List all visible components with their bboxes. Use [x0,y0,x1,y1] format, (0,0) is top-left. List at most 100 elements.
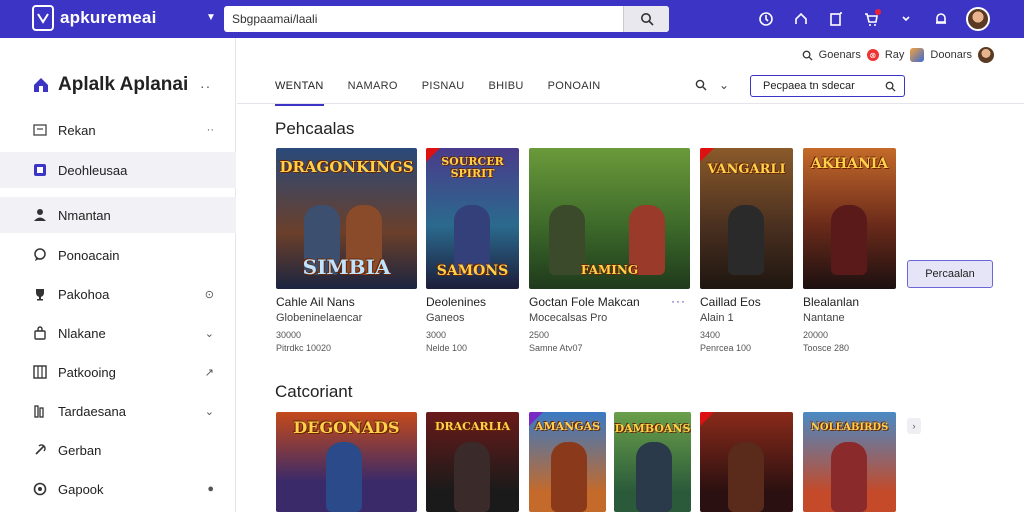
game-name: Cahle Ail Nans [276,295,355,309]
cover-title: AKHANIA [810,156,889,172]
search-input[interactable]: Sbgpaamai/laali [224,12,623,26]
game-cover: AKHANIA [803,148,896,289]
sub-header: Goenars ⊗ Ray Doonars WENTAN NAMARO PISN… [237,38,1024,106]
game-cover [700,412,793,512]
character-figure [831,442,867,512]
library-icon[interactable] [826,9,846,29]
filter-input[interactable]: Pecpaea tn sdecar [750,75,905,97]
game-thumbnail-icon[interactable] [910,48,925,62]
game-card[interactable]: DRACARLIA [426,412,519,512]
game-card[interactable]: AMANGAS [529,412,606,512]
game-developer: Globeninelaencar [276,312,363,324]
sidebar-item-2[interactable]: Nmantan [0,197,236,233]
sidebar-item-label: Gerban [58,442,102,458]
more-options-icon[interactable]: ··· [671,294,686,308]
tab-3[interactable]: BHIBU [489,76,524,106]
character-figure [326,442,362,512]
sidebar-item-3[interactable]: Ponoacain [0,237,236,273]
sidebar-item-label: Patkooing [58,364,116,380]
sidebar-item-5[interactable]: Nlakane ⌄ [0,315,236,351]
character-figure [551,442,587,512]
section-title: Catcoriant [275,382,353,401]
game-stat: Pitrdkc 10020 [276,343,332,353]
sidebar: Aplalk Aplanai ·· Rekan ·· Deohleusaa Nm… [0,38,236,512]
character-figure [728,205,764,275]
cart-icon[interactable] [861,9,881,29]
history-icon[interactable] [756,9,776,29]
sidebar-item-more-icon[interactable]: ·· [207,124,214,136]
sidebar-item-4[interactable]: Pakohoa ⊙ [0,276,236,312]
chevron-down-icon[interactable]: ⌄ [205,327,214,340]
sidebar-item-info-icon[interactable]: ⊙ [205,288,214,301]
sub-header-link-c[interactable]: Doonars [930,49,972,61]
game-cover: VANGARLI [700,148,793,289]
new-badge [700,412,714,426]
search-bar: Sbgpaamai/laali [224,6,669,32]
home-icon [34,78,48,92]
tab-4[interactable]: PONOAIN [548,76,601,106]
sidebar-item-1[interactable]: Deohleusaa [0,152,236,188]
bell-icon[interactable] [931,9,951,29]
chevron-down-icon[interactable] [896,9,916,29]
sidebar-item-0[interactable]: Rekan ·· [0,112,236,148]
sidebar-item-9[interactable]: Gapook ● [0,471,236,507]
game-developer: Ganeos [426,312,465,324]
game-stat: 3000 [426,330,447,340]
game-card[interactable]: DAMBOANS [614,412,691,512]
game-card[interactable]: DRAGONKINGS SIMBIA Cahle Ail Nans Globen… [276,148,417,353]
share-icon[interactable] [791,9,811,29]
game-cover: DAMBOANS [614,412,691,512]
chevron-down-icon[interactable]: ⌄ [719,78,729,92]
game-cover: NOLEABIRDS [803,412,896,512]
app-switcher-chevron-down-icon[interactable]: ▼ [206,12,216,23]
cover-title: VANGARLI [707,162,786,177]
chevron-down-icon[interactable]: ⌄ [205,405,214,418]
game-stat: Penrcea 100 [700,343,752,353]
status-dot-icon: ● [207,483,214,495]
game-stat: 2500 [529,330,550,340]
tab-bar: WENTAN NAMARO PISNAU BHIBU PONOAIN [275,76,624,106]
sidebar-item-6[interactable]: Patkooing ↗ [0,354,236,390]
tab-1[interactable]: NAMARO [348,76,398,106]
search-icon[interactable] [695,79,707,91]
sidebar-item-8[interactable]: Gerban [0,432,236,468]
search-button[interactable] [623,6,669,32]
cover-title: NOLEABIRDS [810,422,889,433]
sidebar-item-label: Rekan [58,122,96,138]
game-card[interactable]: NOLEABIRDS [803,412,896,512]
sub-header-right: Goenars ⊗ Ray Doonars [802,47,994,63]
game-card[interactable]: VANGARLI Caillad Eos Alain 1 3400 Penrce… [700,148,793,353]
user-avatar[interactable] [966,7,990,31]
game-developer: Alain 1 [700,312,734,324]
sub-header-link-b[interactable]: Ray [885,49,905,61]
game-card[interactable]: SOURCER SPIRIT SAMONS Deolenines Ganeos … [426,148,519,353]
sidebar-item-label: Deohleusaa [58,162,128,178]
sidebar-item-7[interactable]: Tardaesana ⌄ [0,393,236,429]
view-all-button[interactable]: Percaalan [907,260,993,288]
game-card[interactable]: AKHANIA Blealanlan Nantane 20000 Toosce … [803,148,896,353]
square-app-icon [32,162,48,178]
new-badge [700,148,714,162]
main-content: Goenars ⊗ Ray Doonars WENTAN NAMARO PISN… [237,38,1024,512]
game-name: Deolenines [426,295,487,309]
app-logo[interactable]: apkuremeai [32,5,157,31]
avatar[interactable] [978,47,994,63]
sidebar-more-icon[interactable]: ·· [200,78,211,94]
tab-0[interactable]: WENTAN [275,76,324,106]
game-stat: 30000 [276,330,302,340]
alert-icon[interactable]: ⊗ [866,49,879,61]
game-cover: AMANGAS [529,412,606,512]
sub-header-link-a[interactable]: Goenars [819,49,861,61]
game-card[interactable]: DEGONADS [276,412,417,512]
search-icon[interactable] [802,50,813,61]
game-card[interactable]: FAMING Goctan Fole Makcan Mocecalsas Pro… [529,148,690,353]
game-card[interactable] [700,412,793,512]
scroll-right-button[interactable]: › [907,418,921,434]
sidebar-item-label: Ponoacain [58,247,120,263]
arrow-up-right-icon[interactable]: ↗ [205,366,214,379]
library-icon [32,403,48,419]
person-icon [32,207,48,223]
tab-2[interactable]: PISNAU [422,76,465,106]
game-stat: Samne Atv07 [529,343,583,353]
circle-icon [32,481,48,497]
